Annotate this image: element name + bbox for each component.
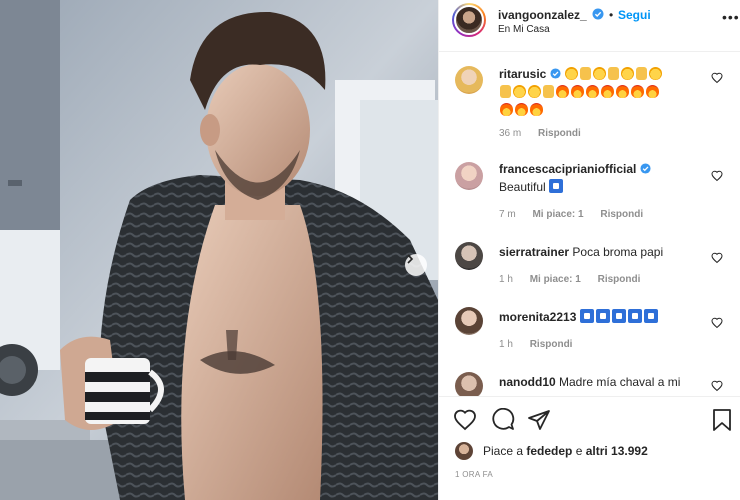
thumbs-up-emoji-icon xyxy=(636,67,648,80)
comment-avatar[interactable] xyxy=(455,307,483,335)
chevron-right-icon xyxy=(407,254,414,264)
comments-list[interactable]: ritarusic 36 m Rispondi francescaciprian… xyxy=(439,52,740,396)
thumbs-up-emoji-icon xyxy=(500,85,511,98)
top-emoji-icon xyxy=(627,309,642,323)
bookmark-icon[interactable] xyxy=(711,408,733,432)
likes-others-count[interactable]: altri 13.992 xyxy=(586,444,648,458)
likes-prefix: Piace a xyxy=(483,444,527,458)
verified-badge-icon xyxy=(550,68,561,79)
comment-avatar[interactable] xyxy=(455,242,483,270)
reply-button[interactable]: Rispondi xyxy=(538,128,581,139)
comment-time[interactable]: 7 m xyxy=(499,209,516,220)
star-eyes-emoji-icon xyxy=(649,67,663,80)
fire-emoji-icon xyxy=(616,85,629,98)
top-emoji-icon xyxy=(643,309,658,323)
verified-badge-icon xyxy=(592,8,604,20)
comment-username[interactable]: nanodd10 xyxy=(499,375,556,389)
thumbs-up-emoji-icon xyxy=(580,67,592,80)
comment-username[interactable]: ritarusic xyxy=(499,67,546,81)
comment-username[interactable]: francescaciprianiofficial xyxy=(499,162,636,176)
comment-body: morenita2213 xyxy=(499,308,714,326)
star-eyes-emoji-icon xyxy=(565,67,579,80)
paper-plane-icon[interactable] xyxy=(527,408,551,432)
follow-button[interactable]: Segui xyxy=(618,8,651,22)
post-time-ago[interactable]: 1 ORA FA xyxy=(455,470,493,479)
comment-like-heart-icon[interactable] xyxy=(711,380,723,392)
separator-dot: • xyxy=(609,8,614,22)
fire-emoji-icon xyxy=(556,85,569,98)
comment-meta: 7 m Mi piace: 1 Rispondi xyxy=(499,209,657,220)
comment-likes-count[interactable]: Mi piace: 1 xyxy=(530,274,581,285)
thumbs-up-emoji-icon xyxy=(543,85,554,98)
fire-emoji-icon xyxy=(601,85,614,98)
comment-body: francescaciprianiofficial Beautiful xyxy=(499,160,714,196)
instagram-post: ivangoonzalez_ • Segui En Mi Casa ••• ri… xyxy=(0,0,740,500)
comment-text: Beautiful xyxy=(499,180,546,194)
comment-text: Poca broma papi xyxy=(572,245,664,259)
reply-button[interactable]: Rispondi xyxy=(598,274,641,285)
comment-avatar[interactable] xyxy=(455,372,483,396)
fire-emoji-icon xyxy=(530,103,543,116)
star-eyes-emoji-icon xyxy=(513,85,526,98)
comment-avatar[interactable] xyxy=(455,66,483,94)
fire-emoji-icon xyxy=(631,85,644,98)
comment-like-heart-icon[interactable] xyxy=(711,72,723,84)
top-emoji-icon xyxy=(595,309,610,323)
star-eyes-emoji-icon xyxy=(593,67,607,80)
fire-emoji-icon xyxy=(586,85,599,98)
star-eyes-emoji-icon xyxy=(528,85,541,98)
verified-badge-icon xyxy=(640,163,651,174)
liker-username[interactable]: fededep xyxy=(526,444,572,458)
comment-like-heart-icon[interactable] xyxy=(711,317,723,329)
post-actions: Piace a fededep e altri 13.992 xyxy=(439,396,740,500)
comment-body: sierratrainer Poca broma papi xyxy=(499,243,714,261)
post-photo[interactable] xyxy=(0,0,438,500)
author-username[interactable]: ivangoonzalez_ xyxy=(498,8,587,22)
comment-meta: 36 m Rispondi xyxy=(499,128,595,139)
comment-avatar[interactable] xyxy=(455,162,483,190)
likes-text: Piace a fededep e altri 13.992 xyxy=(483,444,648,458)
top-emoji-icon xyxy=(611,309,626,323)
reply-button[interactable]: Rispondi xyxy=(600,209,643,220)
fire-emoji-icon xyxy=(500,103,513,116)
comment-body: ritarusic xyxy=(499,65,714,119)
likes-summary[interactable]: Piace a fededep e altri 13.992 xyxy=(455,441,648,461)
comment-username[interactable]: sierratrainer xyxy=(499,245,569,259)
top-emoji-icon xyxy=(549,179,564,193)
comment-time[interactable]: 1 h xyxy=(499,274,513,285)
liker-avatar[interactable] xyxy=(455,442,473,460)
reply-button[interactable]: Rispondi xyxy=(530,339,573,350)
top-emoji-icon xyxy=(579,309,594,323)
comment-time[interactable]: 36 m xyxy=(499,128,521,139)
comment-body: nanodd10 Madre mía chaval a mi xyxy=(499,373,714,391)
comment-meta: 1 h Mi piace: 1 Rispondi xyxy=(499,274,654,285)
star-eyes-emoji-icon xyxy=(621,67,635,80)
fire-emoji-icon xyxy=(571,85,584,98)
next-photo-button[interactable] xyxy=(405,254,427,276)
comment-time[interactable]: 1 h xyxy=(499,339,513,350)
comment-meta: 1 h Rispondi xyxy=(499,339,586,350)
comment-like-heart-icon[interactable] xyxy=(711,252,723,264)
comment-like-heart-icon[interactable] xyxy=(711,170,723,182)
post-image-illustration xyxy=(0,0,438,500)
comment-username[interactable]: morenita2213 xyxy=(499,310,576,324)
comment-text: Madre mía chaval a mi xyxy=(559,375,681,389)
likes-middle: e xyxy=(572,444,586,458)
post-location[interactable]: En Mi Casa xyxy=(498,24,550,35)
heart-icon[interactable] xyxy=(453,408,477,432)
post-side-panel: ivangoonzalez_ • Segui En Mi Casa ••• ri… xyxy=(438,0,740,500)
author-avatar[interactable] xyxy=(452,3,486,37)
comment-likes-count[interactable]: Mi piace: 1 xyxy=(532,209,583,220)
fire-emoji-icon xyxy=(515,103,528,116)
thumbs-up-emoji-icon xyxy=(608,67,620,80)
more-options-icon[interactable]: ••• xyxy=(722,10,740,24)
comment-bubble-icon[interactable] xyxy=(491,408,515,432)
fire-emoji-icon xyxy=(646,85,659,98)
post-header: ivangoonzalez_ • Segui En Mi Casa ••• xyxy=(439,0,740,52)
